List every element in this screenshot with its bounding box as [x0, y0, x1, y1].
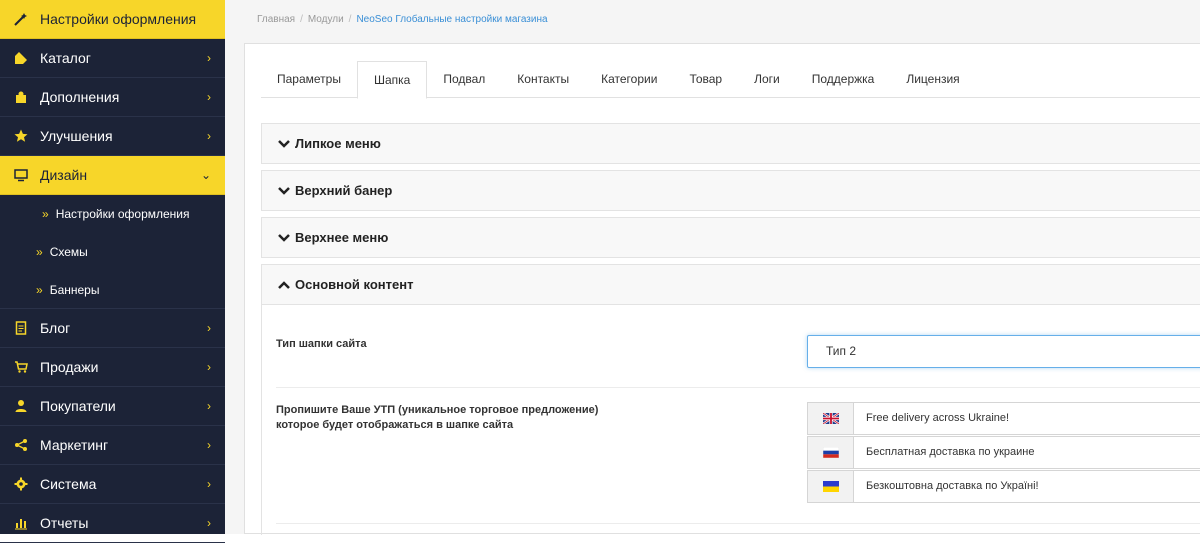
usp-input-ukrainian[interactable]: Безкоштовна доставка по Україні!: [854, 471, 1200, 502]
sidebar-item-label: Дополнения: [40, 89, 120, 105]
breadcrumb-current[interactable]: NeoSeo Глобальные настройки магазина: [356, 14, 547, 25]
sidebar-item-label: Отчеты: [40, 515, 89, 531]
double-chevron-icon: »: [42, 207, 49, 221]
section-top-menu[interactable]: Верхнее меню: [261, 217, 1200, 258]
user-icon: [12, 397, 30, 415]
puzzle-icon: [12, 88, 30, 106]
double-chevron-icon: »: [36, 282, 43, 297]
chevron-right-icon: ›: [207, 321, 211, 335]
sidebar-item-catalog[interactable]: Каталог ›: [0, 39, 225, 78]
sidebar-item-label: Система: [40, 476, 97, 492]
sidebar-item-label: Настройки оформления: [40, 11, 197, 27]
usp-row-ukrainian: Безкоштовна доставка по Україні!: [807, 470, 1200, 503]
tab-footer[interactable]: Подвал: [427, 61, 501, 98]
sidebar-item-label: Продажи: [40, 359, 99, 375]
breadcrumb-home[interactable]: Главная: [257, 14, 295, 25]
sidebar-item-extensions[interactable]: Дополнения ›: [0, 78, 225, 117]
tab-logs[interactable]: Логи: [738, 61, 796, 98]
header-type-input[interactable]: Тип 2: [807, 335, 1200, 368]
tab-license[interactable]: Лицензия: [890, 61, 975, 98]
breadcrumb-modules[interactable]: Модули: [308, 14, 344, 25]
usp-label-line1: Пропишите Ваше УТП (уникальное торговое …: [276, 404, 599, 416]
sidebar-item-design[interactable]: Дизайн ⌄: [0, 156, 225, 195]
chevron-right-icon: ›: [207, 360, 211, 374]
sidebar-subitem-appearance-settings[interactable]: » Настройки оформления: [0, 195, 225, 233]
sidebar-item-system[interactable]: Система ›: [0, 465, 225, 504]
section-title: Верхнее меню: [295, 230, 389, 245]
divider: [276, 523, 1200, 524]
section-top-banner[interactable]: Верхний банер: [261, 170, 1200, 211]
tag-icon: [12, 49, 30, 67]
sidebar-item-improvements[interactable]: Улучшения ›: [0, 117, 225, 156]
tab-bar: Параметры Шапка Подвал Контакты Категори…: [261, 61, 1200, 99]
sidebar-item-label: Покупатели: [40, 398, 116, 414]
sidebar-subitem-label: Настройки оформления: [55, 207, 190, 221]
tab-categories[interactable]: Категории: [585, 61, 673, 98]
main-content: Главная / Модули / NeoSeo Глобальные настрой…: [225, 0, 1200, 535]
tab-support[interactable]: Поддержка: [796, 61, 891, 98]
chevron-right-icon: ›: [207, 399, 211, 413]
chevron-right-icon: ›: [207, 129, 211, 143]
section-title: Липкое меню: [295, 136, 381, 151]
sidebar-item-blog[interactable]: Блог ›: [0, 309, 225, 348]
sidebar-item-sales[interactable]: Продажи ›: [0, 348, 225, 387]
usp-input-english[interactable]: Free delivery across Ukraine!: [854, 403, 1200, 434]
sidebar-item-reports[interactable]: Отчеты ›: [0, 504, 225, 543]
bar-chart-icon: [12, 514, 30, 532]
sidebar-subitem-label: Схемы: [49, 245, 88, 259]
usp-row-english: Free delivery across Ukraine!: [807, 402, 1200, 435]
usp-row-russian: Бесплатная доставка по украине: [807, 436, 1200, 469]
sidebar-subitem-banners[interactable]: » Баннеры: [0, 271, 225, 309]
chevron-right-icon: ›: [207, 477, 211, 491]
sidebar-item-customers[interactable]: Покупатели ›: [0, 387, 225, 426]
settings-panel: Параметры Шапка Подвал Контакты Категори…: [244, 43, 1200, 535]
chevron-down-icon: ⌄: [200, 168, 211, 182]
monitor-icon: [12, 166, 30, 184]
sidebar-item-label: Маркетинг: [40, 437, 109, 453]
header-type-label: Тип шапки сайта: [276, 338, 367, 350]
sidebar: Настройки оформления Каталог › Дополнени…: [0, 0, 225, 543]
usp-label-line2: которое будет отображаться в шапке сайта: [276, 419, 514, 431]
sidebar-item-label: Каталог: [40, 50, 91, 66]
tab-parameters[interactable]: Параметры: [261, 61, 357, 98]
sidebar-item-marketing[interactable]: Маркетинг ›: [0, 426, 225, 465]
section-title: Основной контент: [295, 277, 414, 292]
sidebar-item-appearance-settings[interactable]: Настройки оформления: [0, 0, 225, 39]
chevron-down-icon: [278, 233, 290, 242]
tab-header[interactable]: Шапка: [356, 61, 428, 99]
tab-product[interactable]: Товар: [673, 61, 738, 98]
chevron-right-icon: ›: [207, 90, 211, 104]
document-icon: [12, 319, 30, 337]
section-main-content[interactable]: Основной контент: [261, 264, 1200, 305]
chevron-right-icon: ›: [207, 438, 211, 452]
chevron-down-icon: [278, 139, 290, 148]
chevron-down-icon: [278, 186, 290, 195]
chevron-right-icon: ›: [207, 516, 211, 530]
magic-wand-icon: [12, 10, 30, 28]
star-icon: [12, 127, 30, 145]
divider: [276, 387, 1200, 388]
chevron-right-icon: ›: [207, 51, 211, 65]
sidebar-subitem-schemes[interactable]: » Схемы: [0, 233, 225, 271]
main-content-section-body: Тип шапки сайта Тип 2 Пропишите Ваше УТП…: [261, 305, 1200, 535]
ua-flag-icon: [808, 471, 854, 502]
double-chevron-icon: »: [36, 245, 43, 259]
usp-label: Пропишите Ваше УТП (уникальное торговое …: [276, 403, 598, 433]
uk-flag-icon: [808, 403, 854, 434]
section-title: Верхний банер: [295, 183, 393, 198]
ru-flag-icon: [808, 437, 854, 468]
gear-icon: [12, 475, 30, 493]
section-sticky-menu[interactable]: Липкое меню: [261, 123, 1200, 164]
sidebar-subitem-label: Баннеры: [49, 282, 100, 297]
sidebar-item-label: Дизайн: [40, 167, 88, 183]
sidebar-item-label: Улучшения: [40, 128, 113, 144]
tab-contacts[interactable]: Контакты: [501, 61, 585, 98]
breadcrumb: Главная / Модули / NeoSeo Глобальные настрой…: [257, 14, 548, 25]
share-icon: [12, 436, 30, 454]
sidebar-item-label: Блог: [40, 320, 71, 336]
chevron-up-icon: [278, 280, 290, 289]
cart-icon: [12, 358, 30, 376]
usp-input-russian[interactable]: Бесплатная доставка по украине: [854, 437, 1200, 468]
